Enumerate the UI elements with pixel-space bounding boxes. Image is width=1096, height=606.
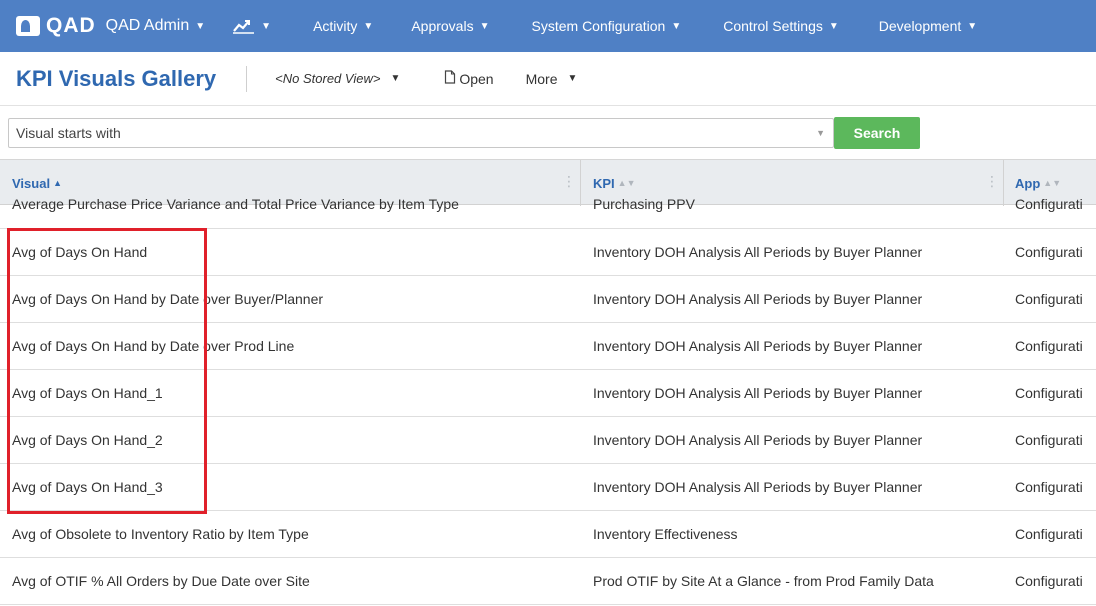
table-row[interactable]: Avg of Days On Hand Inventory DOH Analys… [0,229,1096,276]
header-divider [246,65,248,92]
app-cell: Configurati [1015,573,1083,589]
analytics-menu[interactable]: ▼ [233,18,271,34]
page-title: KPI Visuals Gallery [16,65,217,91]
kpi-cell: Purchasing PPV [593,196,695,212]
nav-approvals-label: Approvals [411,18,474,34]
app-cell: Configurati [1015,338,1083,354]
user-menu-label: QAD Admin [105,17,190,34]
table-row[interactable]: Avg of OTIF % All Orders by Due Date ove… [0,558,1096,605]
kpi-cell: Inventory DOH Analysis All Periods by Bu… [593,385,923,401]
app-cell: Configurati [1015,244,1083,260]
table-row[interactable]: Avg of Days On Hand_3 Inventory DOH Anal… [0,464,1096,511]
app-cell: Configurati [1015,479,1083,495]
sort-icon: ▲▼ [617,178,636,188]
visual-cell: Avg of Days On Hand_1 [12,385,163,401]
stored-view-dropdown[interactable]: <No Stored View> ▼ [275,71,400,86]
table-row[interactable]: Avg of Days On Hand_1 Inventory DOH Anal… [0,370,1096,417]
table-row[interactable]: Avg of Obsolete to Inventory Ratio by It… [0,511,1096,558]
column-header-app-label: App [1015,175,1041,191]
visual-cell: Avg of Days On Hand [12,244,148,260]
visual-cell: Avg of Days On Hand_3 [12,479,163,495]
caret-down-icon: ▼ [479,20,490,32]
caret-down-icon: ▼ [390,73,401,84]
kpi-cell: Inventory Effectiveness [593,526,738,542]
caret-down-icon: ▼ [671,20,682,32]
table-row[interactable]: Average Purchase Price Variance and Tota… [0,196,1096,229]
open-button[interactable]: Open [444,70,494,87]
kpi-cell: Inventory DOH Analysis All Periods by Bu… [593,244,923,260]
dropdown-arrow-icon[interactable]: ▼ [816,128,825,138]
nav-development[interactable]: Development ▼ [879,18,977,34]
more-menu[interactable]: More ▼ [526,71,578,87]
column-menu-icon[interactable]: ⋮ [985,174,999,188]
app-cell: Configurati [1015,291,1083,307]
nav-activity-label: Activity [313,18,358,34]
column-header-kpi-label: KPI [593,175,615,191]
caret-down-icon: ▼ [363,20,374,32]
visual-search-input[interactable]: Visual starts with ▼ [8,118,834,148]
nav-approvals[interactable]: Approvals ▼ [411,18,489,34]
app-cell: Configurati [1015,432,1083,448]
stored-view-label: <No Stored View> [275,71,381,86]
caret-down-icon: ▼ [261,20,272,32]
column-menu-icon[interactable]: ⋮ [562,174,576,188]
nav-control-settings[interactable]: Control Settings ▼ [723,18,839,34]
sort-ascending-icon: ▲ [53,178,62,188]
document-icon [444,70,459,87]
qad-logo-icon [16,16,40,36]
logo-text: QAD [46,14,96,37]
kpi-cell: Inventory DOH Analysis All Periods by Bu… [593,432,923,448]
visuals-grid: Visual ▲ ⋮ KPI ▲▼ ⋮ App ▲▼ Average Purch… [0,159,1096,606]
kpi-cell: Inventory DOH Analysis All Periods by Bu… [593,479,923,495]
sort-icon: ▲▼ [1043,178,1062,188]
app-cell: Configurati [1015,526,1083,542]
app-cell: Configurati [1015,385,1083,401]
visual-cell: Avg of Days On Hand_2 [12,432,163,448]
nav-system-configuration-label: System Configuration [531,18,666,34]
visual-cell: Avg of OTIF % All Orders by Due Date ove… [12,573,310,589]
user-menu[interactable]: QAD Admin ▼ [106,17,206,35]
column-header-visual-label: Visual [12,175,51,191]
visual-cell: Average Purchase Price Variance and Tota… [12,196,459,212]
search-placeholder: Visual starts with [16,125,121,141]
open-label: Open [459,70,494,87]
visual-cell: Avg of Obsolete to Inventory Ratio by It… [12,526,309,542]
chart-icon [233,18,255,34]
kpi-cell: Inventory DOH Analysis All Periods by Bu… [593,338,923,354]
nav-development-label: Development [878,18,962,34]
caret-down-icon: ▼ [567,73,578,84]
column-divider[interactable] [1003,160,1004,206]
visual-cell: Avg of Days On Hand by Date over Buyer/P… [12,291,324,307]
kpi-cell: Prod OTIF by Site At a Glance - from Pro… [593,573,934,589]
table-row[interactable]: Avg of Days On Hand_2 Inventory DOH Anal… [0,417,1096,464]
top-nav-bar: QAD QAD Admin ▼ ▼ Activity ▼ Approvals ▼… [0,0,1096,52]
table-row[interactable]: Avg of Days On Hand by Date over Prod Li… [0,323,1096,370]
page-header: KPI Visuals Gallery <No Stored View> ▼ O… [0,52,1096,106]
caret-down-icon: ▼ [967,20,978,32]
kpi-cell: Inventory DOH Analysis All Periods by Bu… [593,291,923,307]
caret-down-icon: ▼ [828,20,839,32]
search-button[interactable]: Search [834,117,920,149]
caret-down-icon: ▼ [195,20,206,32]
table-row[interactable]: Avg of Days On Hand by Date over Buyer/P… [0,276,1096,323]
nav-activity[interactable]: Activity ▼ [313,18,373,34]
app-cell: Configurati [1015,196,1083,212]
more-label: More [525,70,558,87]
nav-system-configuration[interactable]: System Configuration ▼ [532,18,682,34]
qad-logo[interactable]: QAD [16,14,96,38]
nav-control-settings-label: Control Settings [723,18,823,34]
visual-cell: Avg of Days On Hand by Date over Prod Li… [12,338,295,354]
